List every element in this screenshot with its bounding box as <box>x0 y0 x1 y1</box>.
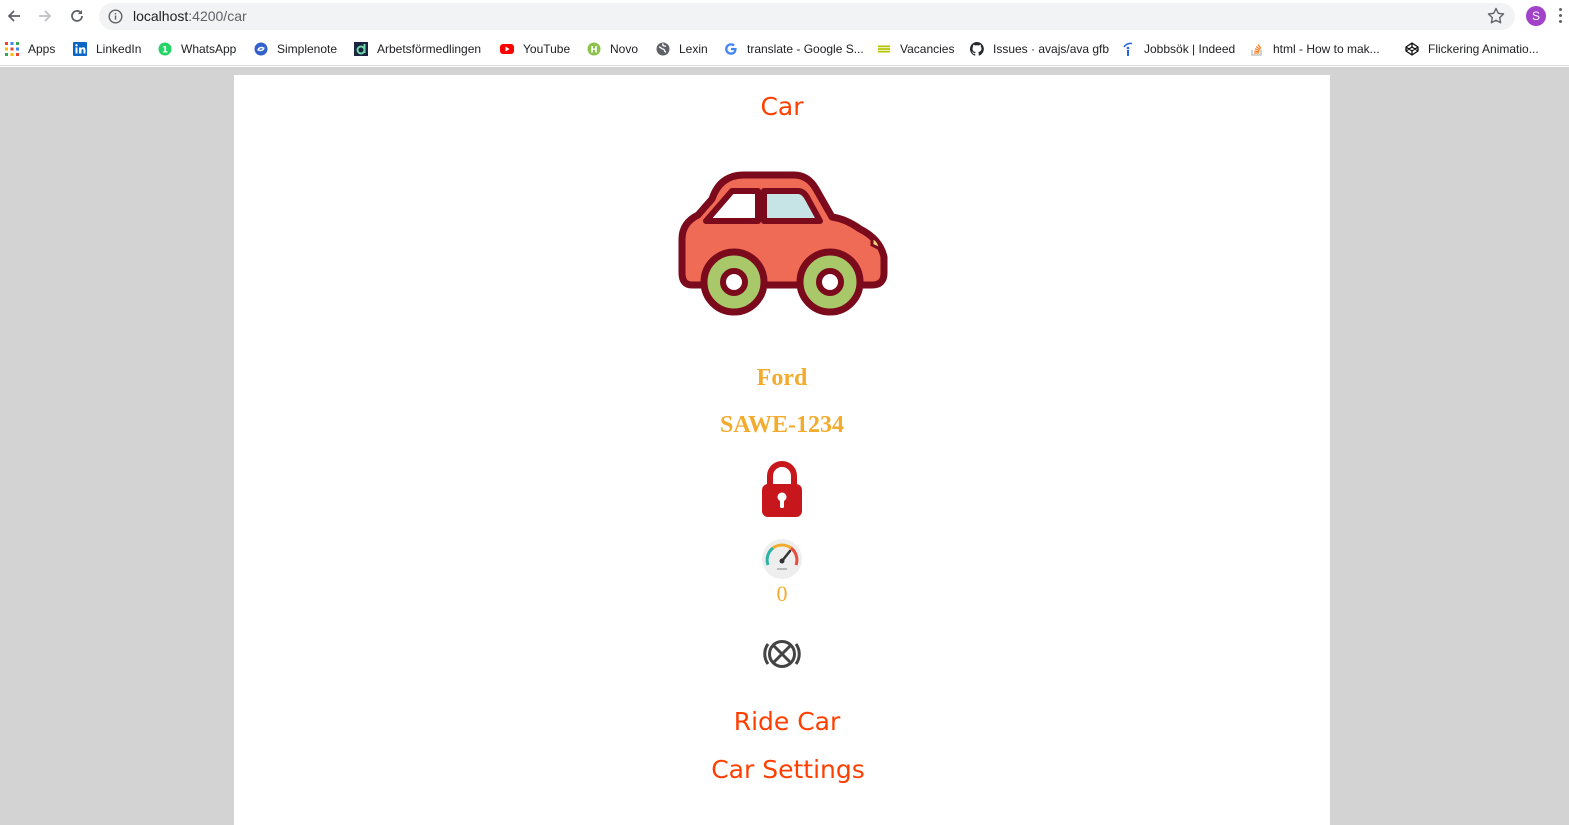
speedometer-icon <box>761 538 803 580</box>
google-icon <box>724 42 738 56</box>
reload-icon[interactable] <box>66 5 88 27</box>
indeed-icon <box>1121 42 1135 56</box>
bookmark-label: Flickering Animatio... <box>1428 42 1539 56</box>
car-settings-link[interactable]: Car Settings <box>234 755 1330 784</box>
svg-text:H: H <box>590 45 597 55</box>
parking-brake-icon[interactable] <box>761 635 803 673</box>
youtube-icon <box>500 42 514 56</box>
whatsapp-icon: 1 <box>158 42 172 56</box>
bookmark-github-issues[interactable]: Issues · avajs/ava gfb <box>970 40 1109 58</box>
novo-icon: H <box>587 42 601 56</box>
bookmark-lexin[interactable]: Lexin <box>656 40 708 58</box>
car-plate: SAWE-1234 <box>719 412 845 438</box>
arbetsformedlingen-icon <box>354 42 368 56</box>
bookmark-google-translate[interactable]: translate - Google S... <box>724 40 864 58</box>
lock-icon[interactable] <box>760 460 804 518</box>
vacancies-icon <box>877 42 891 56</box>
bookmark-vacancies[interactable]: Vacancies <box>877 40 954 58</box>
forward-arrow-icon[interactable] <box>34 5 56 27</box>
back-arrow-icon[interactable] <box>3 5 25 27</box>
bookmark-label: Jobbsök | Indeed <box>1144 42 1236 56</box>
car-brand: Ford <box>756 365 808 391</box>
apps-grid-icon <box>5 42 19 56</box>
bookmark-codepen[interactable]: Flickering Animatio... <box>1405 40 1539 58</box>
address-bar[interactable]: localhost:4200/car <box>99 3 1515 30</box>
bookmark-label: Issues · avajs/ava gfb <box>993 42 1110 56</box>
bookmark-label: Apps <box>28 42 56 56</box>
bookmark-label: Lexin <box>679 42 708 56</box>
page-title: Car <box>760 92 804 121</box>
bookmark-stackoverflow[interactable]: html - How to mak... <box>1250 40 1380 58</box>
speed-value: 0 <box>776 581 788 606</box>
bookmark-label: html - How to mak... <box>1273 42 1380 56</box>
bookmark-label: translate - Google S... <box>747 42 864 56</box>
profile-avatar[interactable]: S <box>1526 6 1546 26</box>
svg-text:1: 1 <box>162 45 168 55</box>
browser-menu-icon[interactable] <box>1558 8 1564 26</box>
bookmarks-bar: Apps LinkedIn 1 WhatsApp Simplenote Arbe… <box>0 33 1569 66</box>
bookmark-label: Vacancies <box>900 42 955 56</box>
bookmark-indeed[interactable]: Jobbsök | Indeed <box>1121 40 1235 58</box>
bookmark-whatsapp[interactable]: 1 WhatsApp <box>158 40 236 58</box>
browser-toolbar: localhost:4200/car S <box>0 0 1569 33</box>
github-icon <box>970 42 984 56</box>
car-illustration <box>676 169 890 320</box>
bookmark-linkedin[interactable]: LinkedIn <box>73 40 141 58</box>
page-background: Car Ford SAWE-1234 0 Ride Car Car Settin… <box>0 67 1569 825</box>
ride-car-link[interactable]: Ride Car <box>234 707 1330 736</box>
bookmark-label: Arbetsförmedlingen <box>377 42 482 56</box>
bookmark-novo[interactable]: H Novo <box>587 40 638 58</box>
bookmark-label: YouTube <box>523 42 571 56</box>
globe-icon <box>656 42 670 56</box>
codepen-icon <box>1405 42 1419 56</box>
bookmark-apps[interactable]: Apps <box>5 40 55 58</box>
bookmark-star-icon[interactable] <box>1486 6 1506 26</box>
bookmark-label: WhatsApp <box>181 42 237 56</box>
url-host: localhost <box>133 8 189 24</box>
bookmark-label: LinkedIn <box>96 42 142 56</box>
url-path: :4200/car <box>188 8 247 24</box>
site-info-icon[interactable] <box>108 9 123 24</box>
linkedin-icon <box>73 42 87 56</box>
bookmark-youtube[interactable]: YouTube <box>500 40 570 58</box>
url-text[interactable]: localhost:4200/car <box>133 8 247 24</box>
bookmark-label: Simplenote <box>277 42 338 56</box>
car-panel: Car Ford SAWE-1234 0 Ride Car Car Settin… <box>234 75 1330 825</box>
bookmark-arbetsformedlingen[interactable]: Arbetsförmedlingen <box>354 40 481 58</box>
simplenote-icon <box>254 42 268 56</box>
bookmark-label: Novo <box>610 42 639 56</box>
stackoverflow-icon <box>1250 42 1264 56</box>
bookmark-simplenote[interactable]: Simplenote <box>254 40 337 58</box>
